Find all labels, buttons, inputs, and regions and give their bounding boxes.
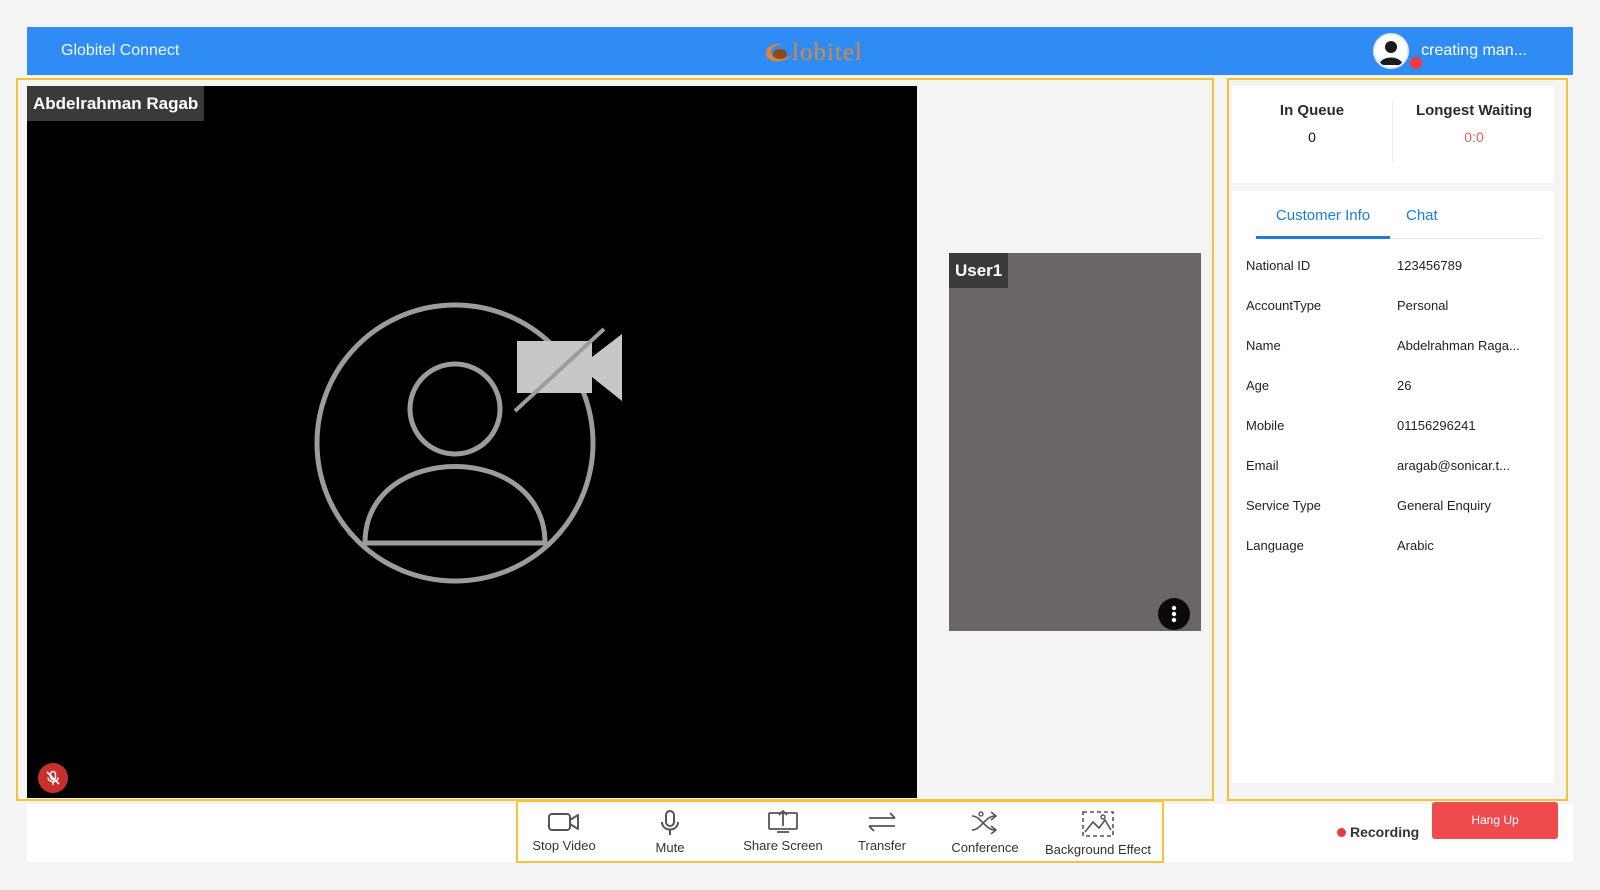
- info-value: 26: [1397, 378, 1412, 393]
- tab-chat[interactable]: Chat: [1406, 205, 1446, 239]
- longest-waiting-label: Longest Waiting: [1415, 102, 1533, 119]
- in-queue-stat: In Queue 0: [1232, 102, 1392, 145]
- app-header: Globitel Connect lobitel creating man...: [27, 27, 1573, 75]
- info-label: Age: [1246, 378, 1270, 393]
- info-value: 01156296241: [1397, 418, 1476, 433]
- info-row-mobile: Mobile 01156296241: [1246, 418, 1546, 438]
- user-menu[interactable]: creating man...: [1373, 33, 1527, 69]
- info-row-national-id: National ID 123456789: [1246, 258, 1546, 278]
- app-title: Globitel Connect: [61, 42, 180, 59]
- side-video-tile[interactable]: User1: [949, 253, 1201, 631]
- info-label: AccountType: [1246, 298, 1322, 313]
- mic-off-badge: [38, 763, 68, 793]
- logo-text: lobitel: [792, 39, 863, 66]
- avatar[interactable]: [1373, 33, 1423, 69]
- recording-indicator: Recording: [1337, 824, 1419, 840]
- in-queue-label: In Queue: [1279, 102, 1345, 119]
- status-indicator: [1410, 57, 1423, 69]
- info-value: aragab@sonicar.t...: [1397, 458, 1510, 473]
- mic-off-icon: [46, 770, 60, 785]
- video-off-user-icon: [314, 302, 622, 584]
- info-row-email: Email aragab@sonicar.t...: [1246, 458, 1546, 478]
- in-queue-value: 0: [1308, 129, 1316, 145]
- hang-up-button[interactable]: Hang Up: [1432, 802, 1558, 839]
- info-label: Name: [1246, 338, 1281, 353]
- info-label: Service Type: [1246, 498, 1321, 513]
- participant-name-label: Abdelrahman Ragab: [27, 86, 205, 121]
- info-label: Language: [1246, 538, 1304, 553]
- longest-waiting-value: 0:0: [1464, 129, 1484, 145]
- info-value: Personal: [1397, 298, 1449, 313]
- info-value: General Enquiry: [1397, 498, 1491, 513]
- longest-waiting-stat: Longest Waiting 0:0: [1394, 102, 1554, 145]
- info-row-service-type: Service Type General Enquiry: [1246, 498, 1546, 518]
- tab-customer-info[interactable]: Customer Info: [1256, 205, 1390, 239]
- queue-stats-card: In Queue 0 Longest Waiting 0:0: [1232, 86, 1554, 183]
- info-row-account-type: AccountType Personal: [1246, 298, 1546, 318]
- brand-logo: lobitel: [762, 39, 882, 67]
- info-value: Abdelrahman Raga...: [1397, 338, 1520, 353]
- info-row-age: Age 26: [1246, 378, 1546, 398]
- user-avatar-icon: [1375, 35, 1408, 67]
- recording-label: Recording: [1350, 824, 1420, 840]
- stat-divider: [1392, 100, 1393, 162]
- recording-dot-icon: [1337, 827, 1346, 837]
- info-label: Email: [1246, 458, 1279, 473]
- toolbar-frame: [516, 800, 1164, 863]
- logo-swoosh-icon: [766, 43, 792, 62]
- participant-name-label: User1: [949, 253, 1009, 288]
- info-label: National ID: [1246, 258, 1311, 273]
- main-video-tile[interactable]: Abdelrahman Ragab: [27, 86, 917, 798]
- info-tabs: Customer Info Chat: [1256, 205, 1542, 239]
- user-name[interactable]: creating man...: [1421, 42, 1527, 60]
- info-value: Arabic: [1397, 538, 1434, 553]
- info-label: Mobile: [1246, 418, 1285, 433]
- info-value: 123456789: [1397, 258, 1463, 273]
- customer-info-card: Customer Info Chat National ID 123456789…: [1232, 191, 1554, 783]
- info-row-language: Language Arabic: [1246, 538, 1546, 558]
- info-row-name: Name Abdelrahman Raga...: [1246, 338, 1546, 358]
- more-vertical-icon: [1171, 605, 1177, 623]
- participant-menu-button[interactable]: [1158, 598, 1190, 630]
